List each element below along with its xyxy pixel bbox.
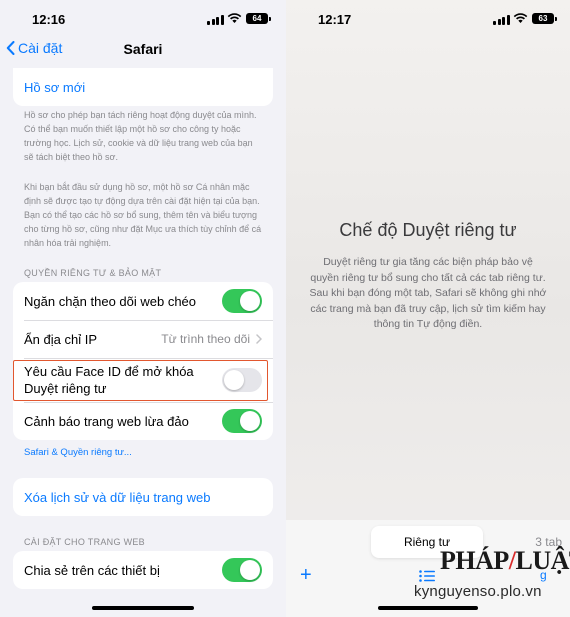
status-bar: 12:16 64 (0, 0, 286, 36)
cross-site-tracking-toggle[interactable] (222, 289, 262, 313)
privacy-about-link[interactable]: Safari & Quyền riêng tư... (24, 447, 132, 458)
website-card: Chia sẻ trên các thiết bị (13, 551, 273, 589)
chevron-right-icon (256, 334, 262, 344)
clear-history-button[interactable]: Xóa lịch sử và dữ liệu trang web (13, 478, 273, 516)
home-indicator-right (378, 606, 478, 610)
new-tab-button[interactable]: + (300, 565, 312, 585)
settings-screen: 12:16 64 Cài đặt Safari Hồ sơ mới Hồ sơ … (0, 0, 286, 617)
highlight-box (13, 360, 268, 401)
cellular-signal-icon (207, 15, 224, 25)
new-profile-card: Hồ sơ mới (13, 68, 273, 106)
home-indicator (92, 606, 194, 610)
share-devices-toggle[interactable] (222, 558, 262, 582)
watermark-url: kynguyenso.plo.vn (414, 583, 542, 600)
privacy-section-header: QUYỀN RIÊNG TƯ & BẢO MẬT (24, 268, 162, 278)
fraud-warning-toggle[interactable] (222, 409, 262, 433)
hide-ip-label: Ẩn địa chỉ IP (24, 331, 97, 347)
navigation-bar: Cài đặt Safari (0, 36, 286, 64)
hide-ip-value: Từ trình theo dõi (161, 320, 262, 358)
battery-icon: 63 (532, 13, 557, 24)
wifi-icon (227, 13, 242, 23)
status-bar-right: 12:17 63 (286, 0, 570, 36)
cross-site-tracking-label: Ngăn chặn theo dõi web chéo (24, 293, 197, 309)
share-devices-row: Chia sẻ trên các thiết bị (13, 551, 273, 589)
profile-note-2: Khi bạn bắt đầu sử dụng hồ sơ, một hồ sơ… (24, 182, 262, 248)
watermark-logo: PHÁP/LUẬT (440, 546, 570, 575)
hide-ip-row[interactable]: Ẩn địa chỉ IP Từ trình theo dõi (13, 320, 273, 358)
share-devices-label: Chia sẻ trên các thiết bị (24, 562, 160, 578)
page-title: Safari (123, 41, 163, 57)
cellular-signal-icon (493, 15, 510, 25)
clear-history-label: Xóa lịch sử và dữ liệu trang web (24, 489, 211, 505)
tab-list-icon[interactable] (419, 570, 435, 582)
new-profile-button[interactable]: Hồ sơ mới (13, 68, 273, 106)
profile-note-1: Hồ sơ cho phép bạn tách riêng hoạt động … (24, 110, 257, 162)
fraud-warning-label: Cảnh báo trang web lừa đảo (24, 413, 189, 429)
new-profile-label: Hồ sơ mới (24, 79, 86, 95)
fraud-warning-row: Cảnh báo trang web lừa đảo (13, 402, 273, 440)
private-browsing-screen: 12:17 63 Chế độ Duyệt riêng tư Duyệt riê… (286, 0, 570, 617)
private-browsing-description: Duyệt riêng tư gia tăng các biện pháp bả… (309, 256, 547, 330)
status-time-right: 12:17 (318, 12, 352, 27)
website-section-header: CÀI ĐẶT CHO TRANG WEB (24, 537, 145, 547)
battery-icon: 64 (246, 13, 271, 24)
private-browsing-title: Chế độ Duyệt riêng tư (339, 220, 517, 240)
clear-history-card: Xóa lịch sử và dữ liệu trang web (13, 478, 273, 516)
wifi-icon (513, 13, 528, 23)
cross-site-tracking-row: Ngăn chặn theo dõi web chéo (13, 282, 273, 320)
status-time: 12:16 (32, 12, 66, 27)
